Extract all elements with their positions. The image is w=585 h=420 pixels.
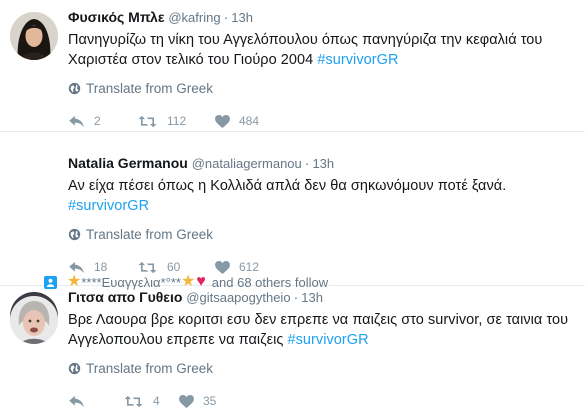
hashtag-link[interactable]: #survivorGR: [317, 52, 398, 68]
tweet-author-handle[interactable]: @gitsaapogytheio: [186, 290, 290, 305]
retweet-icon: [138, 261, 157, 273]
avatar[interactable]: [10, 296, 58, 344]
reply-count: 2: [94, 114, 101, 128]
translate-link[interactable]: Translate from Greek: [68, 224, 577, 244]
tweet[interactable]: Φυσικός Μπλε @kafring · 13h Πανηγυρίζω τη …: [0, 0, 585, 132]
tweet-timestamp[interactable]: 13h: [301, 290, 323, 305]
reply-button[interactable]: 2: [68, 114, 137, 128]
like-count: 612: [239, 260, 260, 274]
heart-icon: [215, 260, 230, 274]
tweet-author-handle[interactable]: @kafring: [168, 10, 220, 25]
separator-dot: ·: [223, 9, 229, 25]
hashtag-link[interactable]: #survivorGR: [68, 198, 149, 214]
reply-button[interactable]: 18: [68, 260, 137, 274]
retweet-button[interactable]: 112: [137, 114, 215, 128]
heart-icon: [179, 394, 194, 408]
reply-icon: [69, 261, 84, 273]
retweet-icon: [124, 395, 143, 407]
avatar[interactable]: [10, 12, 58, 60]
retweet-count: 4: [153, 394, 160, 408]
like-button[interactable]: 484: [215, 114, 259, 128]
tweet-author-name[interactable]: Φυσικός Μπλε: [68, 9, 164, 25]
hashtag-link[interactable]: #survivorGR: [288, 332, 369, 348]
translate-label: Translate from Greek: [86, 226, 214, 242]
translate-label: Translate from Greek: [86, 80, 214, 96]
tweet-timestamp[interactable]: 13h: [231, 10, 253, 25]
tweet-author-handle[interactable]: @nataliagermanou: [192, 156, 302, 171]
globe-icon: [68, 362, 81, 374]
like-count: 484: [239, 114, 260, 128]
globe-icon: [68, 82, 81, 94]
tweet-author-name[interactable]: Natalia Germanou: [68, 155, 188, 171]
tweet-timestamp[interactable]: 13h: [312, 156, 334, 171]
tweet[interactable]: Γιτσα απο Γυθειο @gitsaapogytheio · 13h Βρ…: [0, 286, 585, 420]
reply-button[interactable]: [68, 395, 123, 408]
tweet-text: Πανηγυρίζω τη νίκη του Αγγελόπουλου όπως…: [68, 32, 543, 68]
translate-label: Translate from Greek: [86, 360, 214, 376]
tweet[interactable]: ★ ****Ευαγγελια*°** ★ ♥ and 68 others fo…: [0, 132, 585, 340]
globe-icon: [68, 228, 81, 240]
retweet-button[interactable]: 60: [137, 260, 215, 274]
heart-icon: [215, 114, 230, 128]
reply-icon: [69, 395, 84, 407]
separator-dot: ·: [293, 289, 299, 305]
separator-dot: ·: [304, 155, 310, 171]
retweet-icon: [138, 115, 157, 127]
translate-link[interactable]: Translate from Greek: [68, 78, 577, 98]
like-button[interactable]: 35: [179, 394, 216, 408]
retweet-button[interactable]: 4: [123, 394, 179, 408]
reply-count: 18: [94, 260, 108, 274]
tweet-text: Αν είχα πέσει όπως η Κολλιδά απλά δεν θα…: [68, 178, 507, 214]
elderly-woman-avatar-icon: [10, 296, 58, 344]
tweet-author-name[interactable]: Γιτσα απο Γυθειο: [68, 289, 182, 305]
like-button[interactable]: 612: [215, 260, 259, 274]
like-count: 35: [203, 394, 217, 408]
reply-icon: [69, 115, 84, 127]
retweet-count: 112: [167, 114, 187, 128]
translate-link[interactable]: Translate from Greek: [68, 358, 577, 378]
woman-portrait-avatar-icon: [10, 12, 58, 60]
tweet-text: Βρε Λαουρα βρε κοριτσι εσυ δεν επρεπε να…: [68, 312, 569, 348]
retweet-count: 60: [167, 260, 181, 274]
